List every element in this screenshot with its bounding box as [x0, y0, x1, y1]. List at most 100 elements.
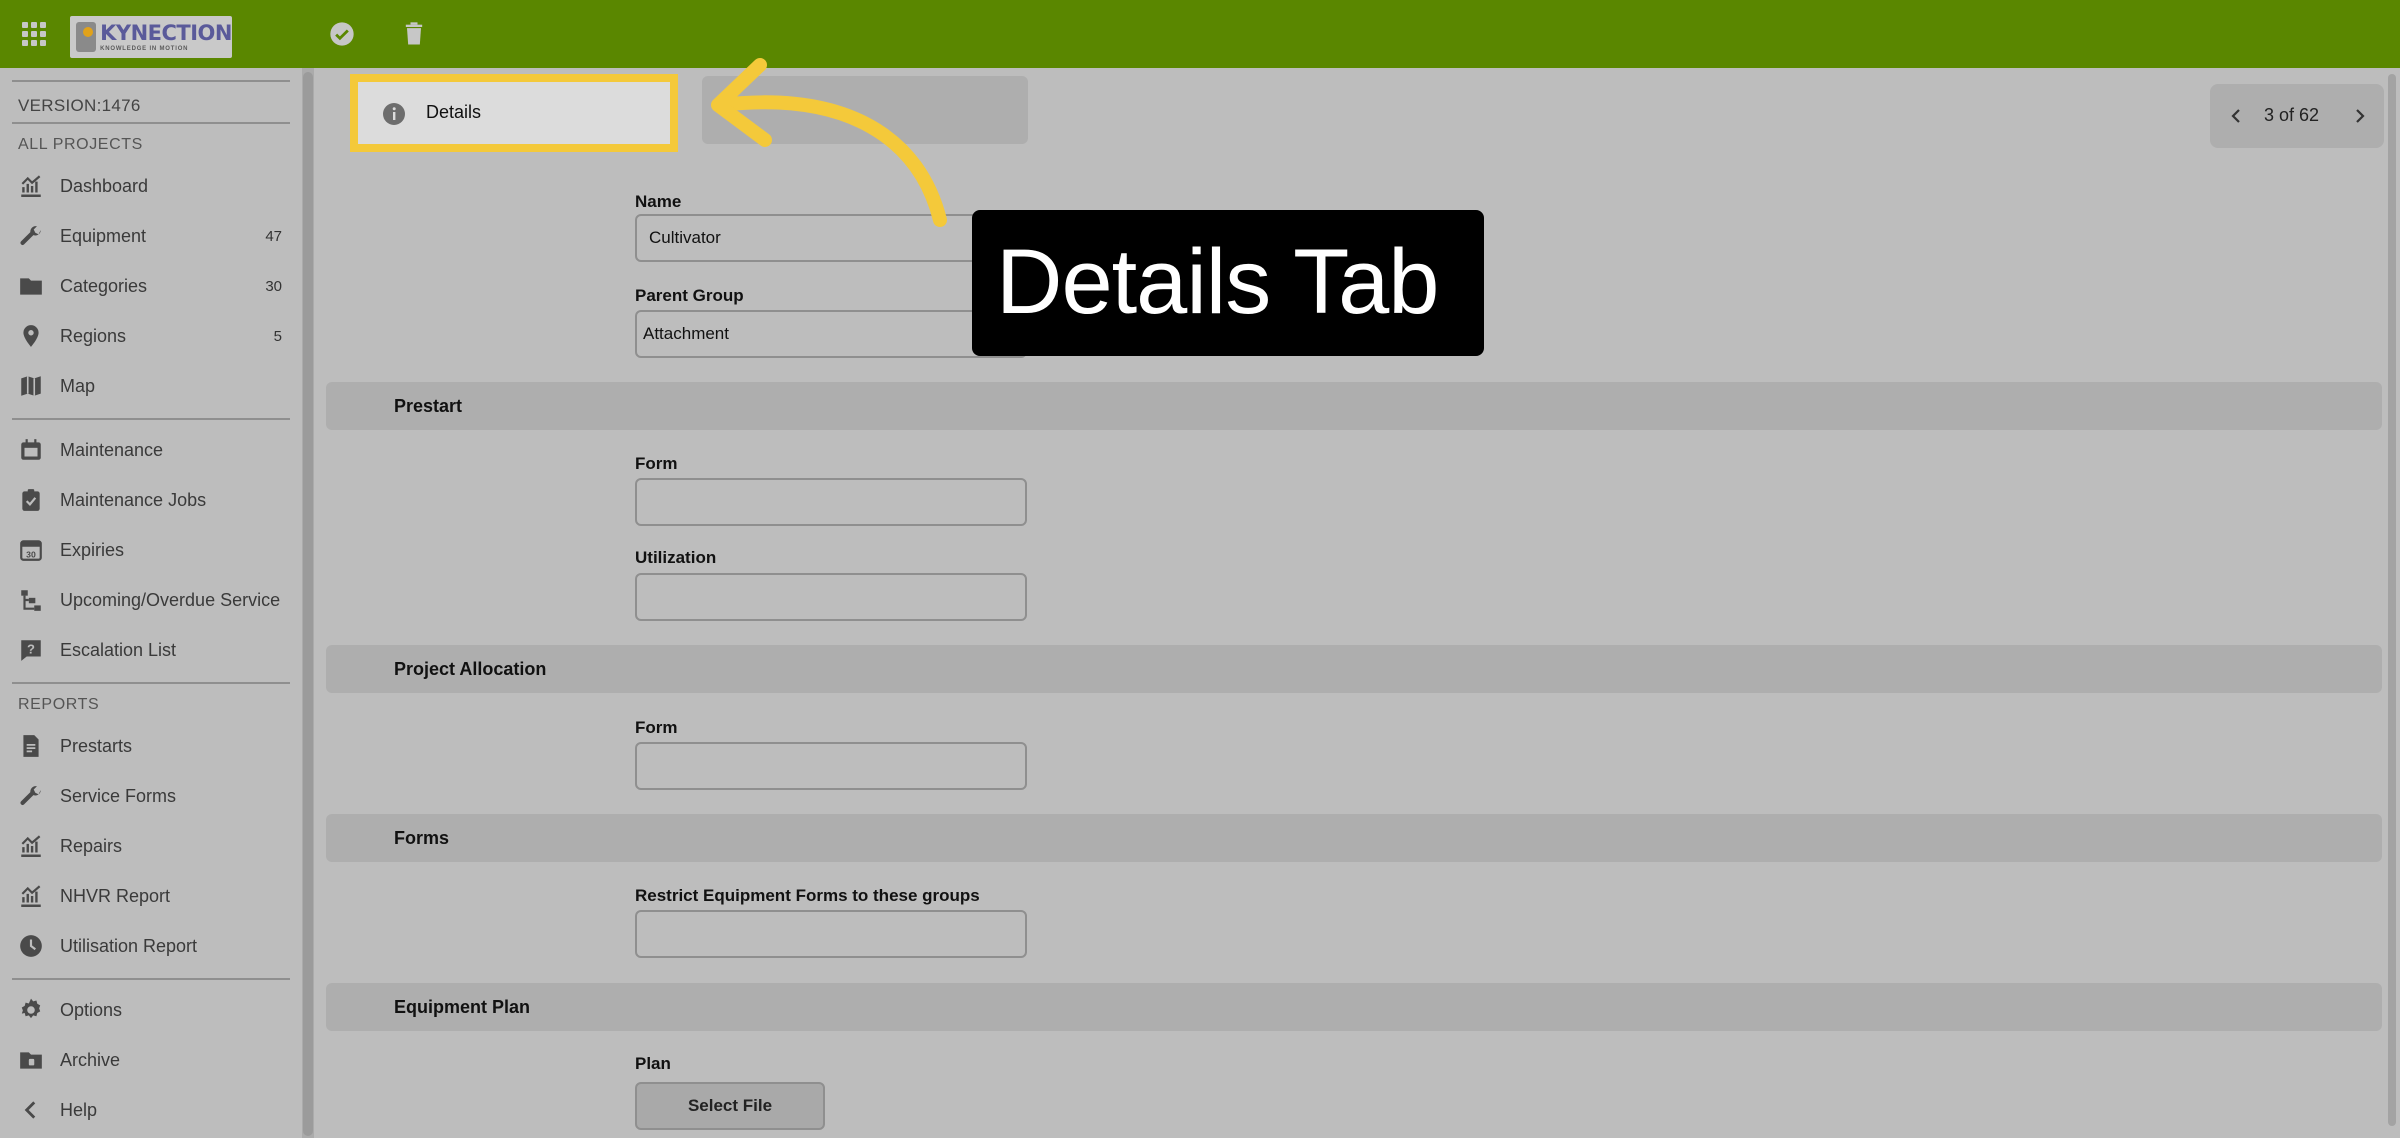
- sidebar-item-archive[interactable]: Archive: [0, 1038, 302, 1082]
- clock-icon: [18, 933, 44, 959]
- sidebar-item-count: 30: [265, 277, 282, 295]
- tab-details-label: Details: [426, 102, 482, 122]
- sidebar-item-label: Archive: [60, 1049, 121, 1070]
- sidebar-item-label: Options: [60, 999, 123, 1020]
- sidebar-item-label: Repairs: [60, 835, 123, 856]
- sidebar-item-label: Escalation List: [60, 639, 177, 660]
- svg-text:?: ?: [27, 641, 35, 656]
- calendar-30-icon: 30: [18, 537, 44, 563]
- section-forms: Forms: [326, 814, 2382, 862]
- restrict-forms-input[interactable]: [635, 910, 1027, 958]
- chevron-left-icon[interactable]: [2224, 104, 2248, 128]
- sidebar-item-label: Regions: [60, 325, 127, 346]
- sidebar-item-label: Categories: [60, 275, 148, 296]
- sidebar-item-upcoming-overdue-service[interactable]: Upcoming/Overdue Service: [0, 578, 302, 622]
- archive-icon: [18, 1047, 44, 1073]
- section-project-allocation-title: Project Allocation: [394, 659, 547, 679]
- sidebar-scrollbar-thumb[interactable]: [303, 72, 313, 1136]
- document-icon: [18, 733, 44, 759]
- sidebar-item-escalation-list[interactable]: ? Escalation List: [0, 628, 302, 672]
- divider: [12, 418, 290, 420]
- sidebar-item-label: Service Forms: [60, 785, 177, 806]
- sidebar-item-maintenance[interactable]: Maintenance: [0, 428, 302, 472]
- sidebar-item-label: Maintenance Jobs: [60, 489, 207, 510]
- sidebar-item-prestarts[interactable]: Prestarts: [0, 724, 302, 768]
- trash-icon[interactable]: [400, 20, 428, 48]
- sidebar-item-label: Prestarts: [60, 735, 133, 756]
- project-allocation-form-input[interactable]: [635, 742, 1027, 790]
- check-circle-icon[interactable]: [328, 20, 356, 48]
- sidebar-item-label: Map: [60, 375, 96, 396]
- section-equipment-plan-title: Equipment Plan: [394, 997, 531, 1017]
- clipboard-check-icon: [18, 487, 44, 513]
- folder-icon: [18, 273, 44, 299]
- prestart-form-input[interactable]: [635, 478, 1027, 526]
- sidebar-item-label: Dashboard: [60, 175, 149, 196]
- wrench-icon: [18, 783, 44, 809]
- annotation-arrow-icon: [711, 58, 947, 227]
- sidebar-item-service-forms[interactable]: Service Forms: [0, 774, 302, 818]
- hierarchy-icon: [18, 587, 44, 613]
- info-icon: [382, 102, 406, 126]
- sidebar-item-label: Maintenance: [60, 439, 164, 460]
- name-label: Name: [635, 192, 682, 211]
- sidebar-item-count: 5: [273, 327, 282, 345]
- parent-group-select[interactable]: Attachment: [635, 310, 1027, 358]
- map-icon: [18, 373, 44, 399]
- sidebar-item-options[interactable]: Options: [0, 988, 302, 1032]
- sidebar-item-nhvr-report[interactable]: NHVR Report: [0, 874, 302, 918]
- calendar-icon: [18, 437, 44, 463]
- sidebar-item-expiries[interactable]: 30 Expiries: [0, 528, 302, 572]
- sidebar-item-label: Help: [60, 1099, 98, 1120]
- divider: [12, 80, 290, 82]
- sidebar-item-label: Upcoming/Overdue Service: [60, 589, 281, 610]
- details-tab-callout: Details Tab: [972, 210, 1484, 356]
- sidebar-item-categories[interactable]: Categories 30: [0, 264, 302, 308]
- reports-heading: REPORTS: [18, 696, 100, 713]
- section-equipment-plan: Equipment Plan: [326, 983, 2382, 1031]
- sidebar-item-help[interactable]: Help: [0, 1088, 302, 1132]
- sidebar-item-utilisation-report[interactable]: Utilisation Report: [0, 924, 302, 968]
- utilization-input[interactable]: [635, 573, 1027, 621]
- sidebar-item-label: NHVR Report: [60, 885, 171, 906]
- select-file-button[interactable]: Select File: [635, 1082, 825, 1130]
- chevron-right-icon[interactable]: [2348, 104, 2372, 128]
- project-allocation-form-label: Form: [635, 718, 678, 737]
- section-prestart-title: Prestart: [394, 396, 463, 416]
- logo-title: KYNECTION: [100, 20, 232, 45]
- sidebar-item-regions[interactable]: Regions 5: [0, 314, 302, 358]
- logo-mark-icon: [76, 22, 97, 52]
- plan-label: Plan: [635, 1054, 671, 1073]
- all-projects-heading: ALL PROJECTS: [18, 136, 143, 153]
- logo-subtitle: KNOWLEDGE IN MOTION: [100, 45, 189, 52]
- divider: [12, 122, 290, 124]
- chart-icon: [18, 173, 44, 199]
- restrict-forms-label: Restrict Equipment Forms to these groups: [635, 886, 980, 905]
- callout-text: Details Tab: [996, 231, 1439, 333]
- sidebar-item-count: 47: [265, 227, 282, 245]
- sidebar-item-label: Utilisation Report: [60, 935, 198, 956]
- sidebar-item-dashboard[interactable]: Dashboard: [0, 164, 302, 208]
- sidebar: VERSION:1476 ALL PROJECTS Dashboard Equi…: [0, 68, 302, 1138]
- main-scrollbar[interactable]: [2388, 74, 2396, 1126]
- sidebar-item-map[interactable]: Map: [0, 364, 302, 408]
- question-mark-icon: ?: [18, 637, 44, 663]
- pager-count: 3 of 62: [2264, 105, 2320, 125]
- section-project-allocation: Project Allocation: [326, 645, 2382, 693]
- apps-grid-icon[interactable]: [22, 22, 46, 46]
- chart-icon: [18, 883, 44, 909]
- sidebar-item-equipment[interactable]: Equipment 47: [0, 214, 302, 258]
- kynection-logo[interactable]: KYNECTION KNOWLEDGE IN MOTION: [70, 16, 232, 58]
- tab-details[interactable]: Details: [350, 74, 678, 152]
- sidebar-item-maintenance-jobs[interactable]: Maintenance Jobs: [0, 478, 302, 522]
- prestart-form-label: Form: [635, 454, 678, 473]
- divider: [12, 682, 290, 684]
- version-label: VERSION:1476: [18, 96, 141, 115]
- sidebar-item-repairs[interactable]: Repairs: [0, 824, 302, 868]
- divider: [12, 978, 290, 980]
- sidebar-item-label: Equipment: [60, 225, 147, 246]
- svg-text:30: 30: [26, 550, 36, 560]
- record-pager: 3 of 62: [2210, 84, 2384, 148]
- parent-group-label: Parent Group: [635, 286, 744, 305]
- map-pin-icon: [18, 323, 44, 349]
